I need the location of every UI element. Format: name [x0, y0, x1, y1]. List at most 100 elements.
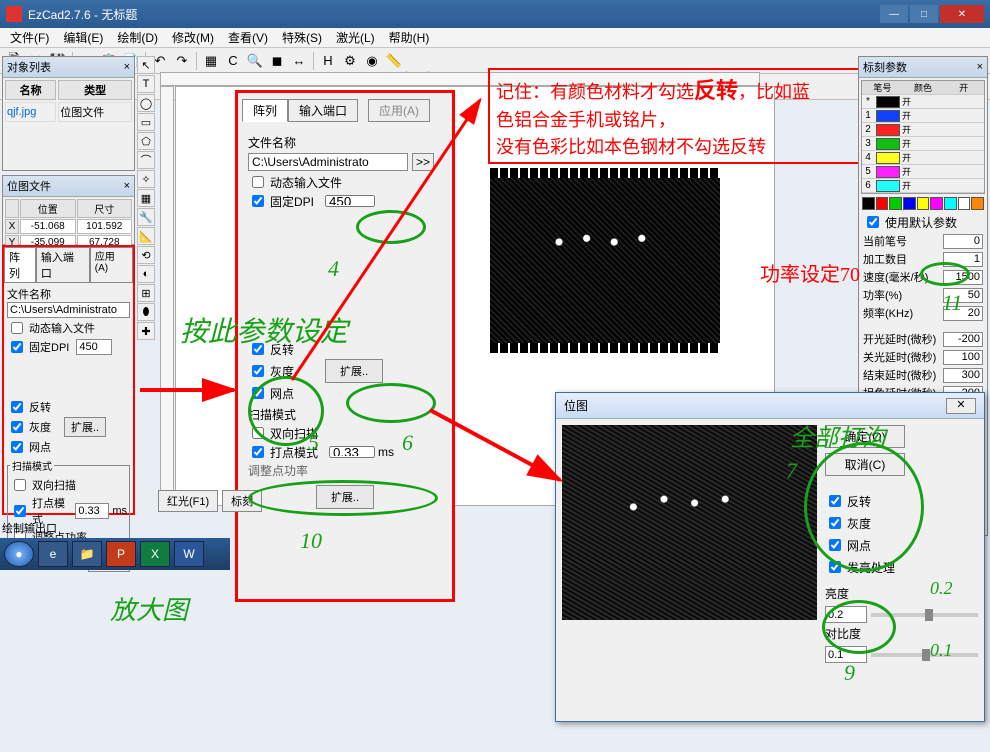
count-input[interactable]	[943, 252, 983, 267]
menu-modify[interactable]: 修改(M)	[166, 29, 220, 46]
pen-color-list[interactable]: 笔号颜色开*开1开2开3开4开5开6开	[861, 80, 985, 194]
cr-dot-checkbox[interactable]	[252, 387, 264, 399]
toolbar-button[interactable]: ▦	[201, 51, 221, 71]
draw-tool-button[interactable]: ⌒	[137, 151, 155, 169]
menu-help[interactable]: 帮助(H)	[383, 29, 436, 46]
canvas-image-preview[interactable]	[490, 168, 720, 353]
draw-tool-button[interactable]: ⟲	[137, 246, 155, 264]
toolbar-button[interactable]: C	[223, 51, 243, 71]
zl-apply-button[interactable]: 应用(A)	[90, 247, 133, 283]
use-default-checkbox[interactable]	[867, 216, 879, 228]
toolbar-button[interactable]: ◉	[362, 51, 382, 71]
palette-swatch[interactable]	[930, 197, 943, 210]
pen-row[interactable]: 6开	[862, 179, 984, 193]
modal-ok-button[interactable]: 确定(O)	[825, 425, 905, 448]
cr-dotval-input[interactable]	[329, 446, 375, 458]
modal-dot-checkbox[interactable]	[829, 539, 841, 551]
draw-tool-button[interactable]: 📐	[137, 227, 155, 245]
pen-input[interactable]	[943, 234, 983, 249]
draw-tool-button[interactable]: ▭	[137, 113, 155, 131]
task-word[interactable]: W	[174, 541, 204, 567]
menu-draw[interactable]: 绘制(D)	[111, 29, 164, 46]
menu-special[interactable]: 特殊(S)	[276, 29, 328, 46]
end-delay-input[interactable]	[943, 368, 983, 383]
zl-dotval-input[interactable]	[75, 503, 109, 519]
draw-tool-button[interactable]: ⬠	[137, 132, 155, 150]
pos-x[interactable]: -51.068	[20, 219, 76, 234]
menu-laser[interactable]: 激光(L)	[330, 29, 381, 46]
palette-swatch[interactable]	[903, 197, 916, 210]
object-list-close-icon[interactable]: ×	[124, 61, 130, 73]
draw-tool-button[interactable]: ⬮	[137, 303, 155, 321]
modal-bright-slider[interactable]	[871, 613, 978, 617]
cr-ext1-button[interactable]: 扩展..	[325, 359, 383, 383]
pen-row[interactable]: *开	[862, 95, 984, 109]
pen-row[interactable]: 1开	[862, 109, 984, 123]
task-powerpoint[interactable]: P	[106, 541, 136, 567]
menu-view[interactable]: 查看(V)	[222, 29, 274, 46]
draw-tool-button[interactable]: 🔧	[137, 208, 155, 226]
position-close-icon[interactable]: ×	[124, 180, 130, 192]
modal-contrast-input[interactable]	[825, 646, 867, 663]
cr-invert-checkbox[interactable]	[252, 343, 264, 355]
speed-input[interactable]	[943, 270, 983, 285]
toolbar-button[interactable]: H	[318, 51, 338, 71]
draw-tool-button[interactable]: ⊞	[137, 284, 155, 302]
cr-apply-button[interactable]: 应用(A)	[368, 99, 430, 122]
modal-bright-input[interactable]	[825, 606, 867, 623]
cr-gray-checkbox[interactable]	[252, 365, 264, 377]
toolbar-button[interactable]: ⚙	[340, 51, 360, 71]
draw-tool-button[interactable]: ↖	[137, 56, 155, 74]
draw-tool-button[interactable]: ◯	[137, 94, 155, 112]
zl-dotmode-checkbox[interactable]	[14, 505, 26, 517]
start-button[interactable]: ●	[4, 541, 34, 567]
cr-ext2-button[interactable]: 扩展..	[316, 485, 374, 509]
pen-row[interactable]: 4开	[862, 151, 984, 165]
toolbar-button[interactable]: 🔍	[245, 51, 265, 71]
cr-dotmode-checkbox[interactable]	[252, 446, 264, 458]
zl-dot-checkbox[interactable]	[11, 441, 23, 453]
draw-tool-button[interactable]: ✚	[137, 322, 155, 340]
palette-swatch[interactable]	[971, 197, 984, 210]
mark-button[interactable]: 标刻	[222, 490, 262, 512]
palette-swatch[interactable]	[889, 197, 902, 210]
zl-dpi-input[interactable]	[76, 339, 112, 355]
pen-row[interactable]: 3开	[862, 137, 984, 151]
zl-filename-input[interactable]	[7, 302, 130, 318]
redlight-button[interactable]: 红光(F1)	[158, 490, 218, 512]
cr-tab-array[interactable]: 阵列	[242, 99, 288, 122]
palette-swatch[interactable]	[876, 197, 889, 210]
task-explorer[interactable]: 📁	[72, 541, 102, 567]
power-input[interactable]	[943, 288, 983, 303]
task-ie[interactable]: e	[38, 541, 68, 567]
zl-fixdpi-checkbox[interactable]	[11, 341, 23, 353]
pen-row[interactable]: 2开	[862, 123, 984, 137]
task-excel[interactable]: X	[140, 541, 170, 567]
palette-swatch[interactable]	[944, 197, 957, 210]
off-delay-input[interactable]	[943, 350, 983, 365]
cr-fixdpi-checkbox[interactable]	[252, 195, 264, 207]
toolbar-button[interactable]: ↷	[172, 51, 192, 71]
objlist-row[interactable]: qjf.jpg位图文件	[5, 102, 132, 122]
palette-swatch[interactable]	[917, 197, 930, 210]
zl-biscan-checkbox[interactable]	[14, 479, 26, 491]
draw-tool-button[interactable]: ✧	[137, 170, 155, 188]
zl-ext1-button[interactable]: 扩展..	[64, 417, 106, 437]
modal-invert-checkbox[interactable]	[829, 495, 841, 507]
palette-swatch[interactable]	[862, 197, 875, 210]
cr-dynamic-checkbox[interactable]	[252, 176, 264, 188]
draw-tool-button[interactable]: T	[137, 75, 155, 93]
zl-gray-checkbox[interactable]	[11, 421, 23, 433]
cr-browse-button[interactable]: >>	[412, 153, 434, 171]
right-close-icon[interactable]: ×	[977, 61, 983, 73]
maximize-button[interactable]: □	[910, 5, 938, 23]
modal-close-button[interactable]: ✕	[946, 398, 976, 414]
zl-tab-array[interactable]: 阵列	[4, 247, 36, 283]
palette-swatch[interactable]	[958, 197, 971, 210]
modal-gray-checkbox[interactable]	[829, 517, 841, 529]
toolbar-button[interactable]: ◼	[267, 51, 287, 71]
close-button[interactable]: ✕	[940, 5, 984, 23]
cr-biscan-checkbox[interactable]	[252, 427, 264, 439]
zl-dynamic-checkbox[interactable]	[11, 322, 23, 334]
cr-filename-input[interactable]	[248, 153, 408, 171]
